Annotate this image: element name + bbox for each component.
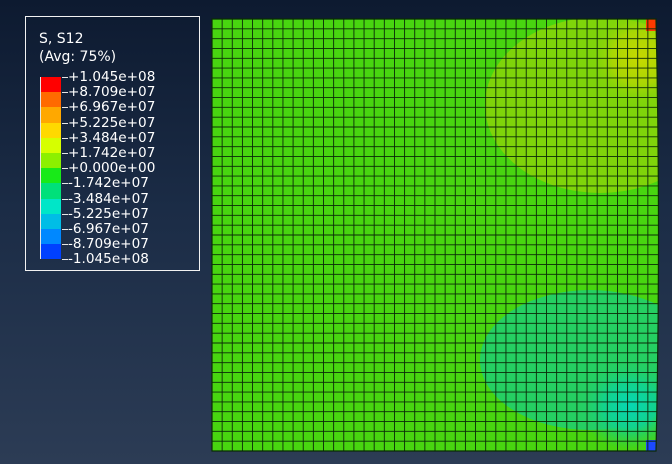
mesh-field (212, 19, 659, 451)
viewport[interactable]: S, S12 (Avg: 75%) +1.045e+08 +8.709e+07 +6… (0, 0, 672, 464)
fe-mesh-contour-plot[interactable] (0, 0, 672, 464)
